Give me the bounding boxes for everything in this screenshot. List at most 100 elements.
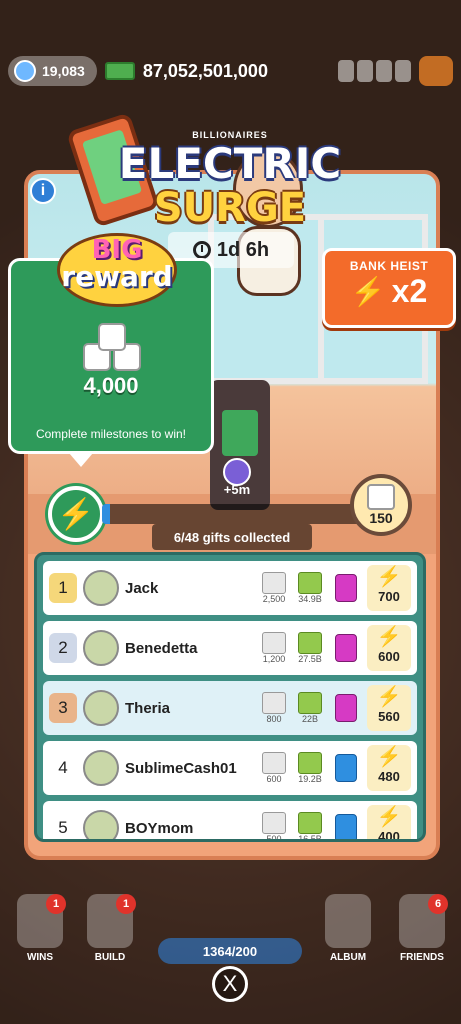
sticker-prize: [331, 574, 361, 602]
avatar[interactable]: [83, 810, 119, 839]
next-prize[interactable]: 150: [350, 474, 412, 536]
dice-prize: 500: [259, 812, 289, 842]
dice-prize: 800: [259, 692, 289, 724]
nav-friends-label: FRIENDS: [400, 952, 444, 963]
points-badge: ⚡ 400: [367, 805, 411, 842]
nav-album[interactable]: ALBUM: [318, 894, 378, 963]
cash-prize-value: 27.5B: [298, 654, 322, 664]
lightning-icon: ⚡: [376, 686, 402, 708]
lightning-icon: ⚡: [350, 276, 386, 307]
dice-icon: [262, 572, 286, 594]
menu-button[interactable]: [419, 56, 453, 86]
build-badge: 1: [116, 894, 136, 914]
cash-prize-value: 19.2B: [298, 774, 322, 784]
sticker-pack-icon: [335, 634, 357, 662]
cash-prize-value: 22B: [301, 714, 318, 724]
rank-badge: 2: [49, 633, 77, 663]
cash-prize-value: 16.5B: [298, 834, 322, 842]
leaderboard-row[interactable]: 2 Benedetta 1,200 27.5B ⚡ 600: [43, 621, 417, 675]
points-badge: ⚡ 600: [367, 625, 411, 671]
rank-badge: 3: [49, 693, 77, 723]
points-value: 700: [378, 589, 400, 604]
points-badge: ⚡ 560: [367, 685, 411, 731]
lightning-icon: ⚡: [376, 566, 402, 588]
net-worth-value: 87,052,501,000: [142, 60, 268, 81]
player-name: Jack: [125, 579, 159, 597]
lightning-icon: ⚡: [376, 626, 402, 648]
bank-heist-multiplier: ⚡ x2: [325, 273, 453, 310]
friends-badge: 6: [428, 894, 448, 914]
sticker-prize: [331, 754, 361, 782]
nav-build-label: BUILD: [94, 952, 126, 963]
cash-prize-value: 34.9B: [298, 594, 322, 604]
leaderboard-row[interactable]: 1 Jack 2,500 34.9B ⚡ 700: [43, 561, 417, 615]
dice-icon: [262, 692, 286, 714]
sticker-pack-icon: [335, 754, 357, 782]
points-value: 480: [378, 769, 400, 784]
leaderboard-row[interactable]: 3 Theria 800 22B ⚡ 560: [43, 681, 417, 735]
dice-prize: 2,500: [259, 572, 289, 604]
badge-big-text: BIG: [91, 235, 143, 265]
sticker-pack-icon: [335, 814, 357, 839]
milestone-marker: +5m: [206, 458, 268, 497]
big-reward-card: BIG reward 4,000 Complete milestones to …: [8, 233, 214, 467]
roll-counter: 1364/200: [158, 938, 302, 964]
leaderboard-row[interactable]: 4 SublimeCash01 600 19.2B ⚡ 480: [43, 741, 417, 795]
leaderboard[interactable]: 1 Jack 2,500 34.9B ⚡ 700 2 Benedetta 1,2…: [34, 552, 426, 842]
multiplier-text: x2: [391, 273, 428, 309]
dice-prize-value: 600: [266, 774, 282, 784]
dice-stack-icon: [83, 323, 145, 377]
bank-heist-badge[interactable]: BANK HEIST ⚡ x2: [322, 248, 456, 328]
points-badge: ⚡ 480: [367, 745, 411, 791]
gifts-collected: 6/48 gifts collected: [152, 524, 312, 550]
close-button[interactable]: X: [212, 966, 248, 1002]
timer-text: 1d 6h: [216, 238, 270, 261]
player-name: Benedetta: [125, 639, 198, 657]
cash-prize: 16.5B: [295, 812, 325, 842]
lightning-icon: ⚡: [376, 746, 402, 768]
bottom-nav: WINS 1 BUILD 1 ALBUM FRIENDS 6: [0, 880, 461, 980]
bank-heist-title: BANK HEIST: [349, 259, 429, 273]
cash-icon: [298, 812, 322, 834]
dice-prize-value: 500: [266, 834, 282, 842]
reward-description: Complete milestones to win!: [35, 427, 187, 441]
next-prize-value: 150: [369, 510, 393, 526]
sticker-prize: [331, 634, 361, 662]
net-worth: 87,052,501,000: [104, 60, 268, 82]
cash-value: 19,083: [42, 63, 85, 79]
nav-build[interactable]: BUILD 1: [80, 894, 140, 963]
avatar[interactable]: [83, 630, 119, 666]
avatar[interactable]: [83, 690, 119, 726]
rank-badge: 4: [58, 758, 68, 777]
dice-icon: [367, 484, 395, 510]
milestone-label: +5m: [223, 482, 251, 497]
dice-stack-icon: [338, 60, 411, 82]
big-reward-badge: BIG reward: [47, 215, 187, 315]
dice-prize: 1,200: [259, 632, 289, 664]
reward-amount: 4,000: [83, 373, 139, 398]
nav-wins[interactable]: WINS 1: [10, 894, 70, 963]
leaderboard-row[interactable]: 5 BOYmom 500 16.5B ⚡ 400: [43, 801, 417, 842]
sticker-prize: [331, 694, 361, 722]
nav-friends[interactable]: FRIENDS 6: [392, 894, 452, 963]
rank-badge: 1: [49, 573, 77, 603]
money-icon: [104, 62, 135, 80]
points-value: 400: [378, 829, 400, 842]
avatar[interactable]: [83, 750, 119, 786]
avatar[interactable]: [83, 570, 119, 606]
album-icon: [325, 894, 371, 948]
info-icon[interactable]: i: [30, 178, 56, 204]
dice-prize-value: 1,200: [262, 654, 286, 664]
dice-prize-value: 800: [266, 714, 282, 724]
cash-pill[interactable]: 19,083: [8, 56, 97, 86]
cash-icon: [298, 632, 322, 654]
player-name: Theria: [125, 699, 171, 717]
points-value: 600: [378, 649, 400, 664]
lightning-icon: ⚡: [48, 486, 104, 542]
nav-wins-label: WINS: [26, 952, 54, 963]
progress-fill: [102, 504, 111, 524]
stopwatch-icon: [192, 241, 211, 259]
sticker-pack-icon: [335, 694, 357, 722]
cash-prize: 19.2B: [295, 752, 325, 784]
dice-icon: [262, 812, 286, 834]
